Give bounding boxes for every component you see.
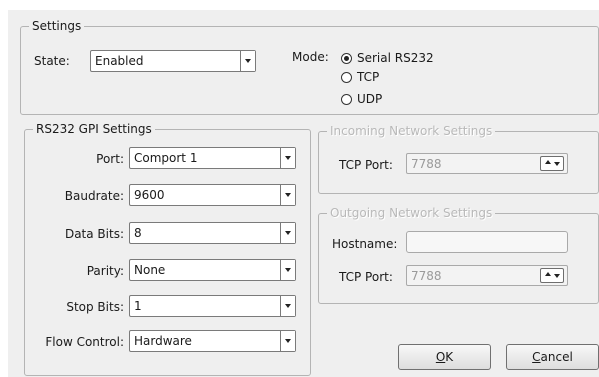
spin-updown-icon[interactable]	[540, 156, 564, 171]
cancel-accel: C	[532, 350, 541, 364]
databits-select[interactable]: 8	[129, 222, 296, 244]
incoming-tcp-port-value: 7788	[411, 157, 442, 171]
mode-udp-label: UDP	[357, 92, 383, 106]
settings-legend: Settings	[32, 19, 82, 33]
chevron-down-icon[interactable]	[280, 331, 295, 351]
ok-label: K	[445, 350, 454, 364]
gpi-settings-dialog: Settings State: Enabled Mode: Serial RS2…	[0, 0, 599, 377]
incoming-tcp-port-spinner[interactable]: 7788	[406, 153, 568, 174]
flowcontrol-select[interactable]: Hardware	[129, 330, 296, 352]
parity-value: None	[134, 263, 166, 277]
flowcontrol-label: Flow Control:	[45, 335, 124, 349]
incoming-legend: Incoming Network Settings	[330, 124, 493, 138]
baudrate-label: Baudrate:	[64, 189, 124, 203]
incoming-tcp-port-label: TCP Port:	[339, 158, 393, 172]
mode-tcp-label: TCP	[357, 70, 380, 84]
state-value: Enabled	[95, 54, 144, 68]
radio-selected-icon	[341, 53, 352, 64]
hostname-input[interactable]	[406, 231, 568, 253]
state-select[interactable]: Enabled	[90, 50, 256, 72]
ok-button[interactable]: OK	[398, 344, 491, 370]
mode-label: Mode:	[292, 50, 329, 64]
outgoing-network-group: Outgoing Network Settings	[318, 206, 599, 304]
port-select[interactable]: Comport 1	[129, 147, 296, 169]
stopbits-label: Stop Bits:	[66, 300, 124, 314]
parity-label: Parity:	[86, 264, 124, 278]
cancel-label: ancel	[540, 350, 573, 364]
radio-empty-icon	[341, 72, 352, 83]
chevron-down-icon[interactable]	[280, 296, 295, 316]
stopbits-value: 1	[134, 299, 142, 313]
parity-select[interactable]: None	[129, 259, 296, 281]
port-value: Comport 1	[134, 151, 198, 165]
rs232-legend: RS232 GPI Settings	[36, 122, 152, 136]
window-edge-left	[0, 0, 8, 377]
spin-updown-icon[interactable]	[540, 268, 564, 283]
hostname-label: Hostname:	[332, 237, 398, 251]
outgoing-tcp-port-label: TCP Port:	[339, 270, 393, 284]
stopbits-select[interactable]: 1	[129, 295, 296, 317]
ok-accel: O	[435, 350, 446, 364]
outgoing-legend: Outgoing Network Settings	[330, 206, 493, 220]
chevron-down-icon[interactable]	[240, 51, 255, 71]
databits-value: 8	[134, 226, 142, 240]
chevron-down-icon[interactable]	[280, 223, 295, 243]
outgoing-tcp-port-value: 7788	[411, 269, 442, 283]
flowcontrol-value: Hardware	[134, 334, 192, 348]
databits-label: Data Bits:	[64, 227, 124, 241]
window-edge-top	[0, 0, 599, 10]
radio-empty-icon	[341, 94, 352, 105]
baudrate-value: 9600	[134, 188, 165, 202]
chevron-down-icon[interactable]	[280, 185, 295, 205]
mode-serial-label: Serial RS232	[357, 51, 434, 65]
chevron-down-icon[interactable]	[280, 148, 295, 168]
chevron-down-icon[interactable]	[280, 260, 295, 280]
baudrate-select[interactable]: 9600	[129, 184, 296, 206]
outgoing-tcp-port-spinner[interactable]: 7788	[406, 265, 568, 286]
port-label: Port:	[96, 152, 124, 166]
cancel-button[interactable]: Cancel	[506, 344, 599, 370]
state-label: State:	[34, 54, 70, 68]
